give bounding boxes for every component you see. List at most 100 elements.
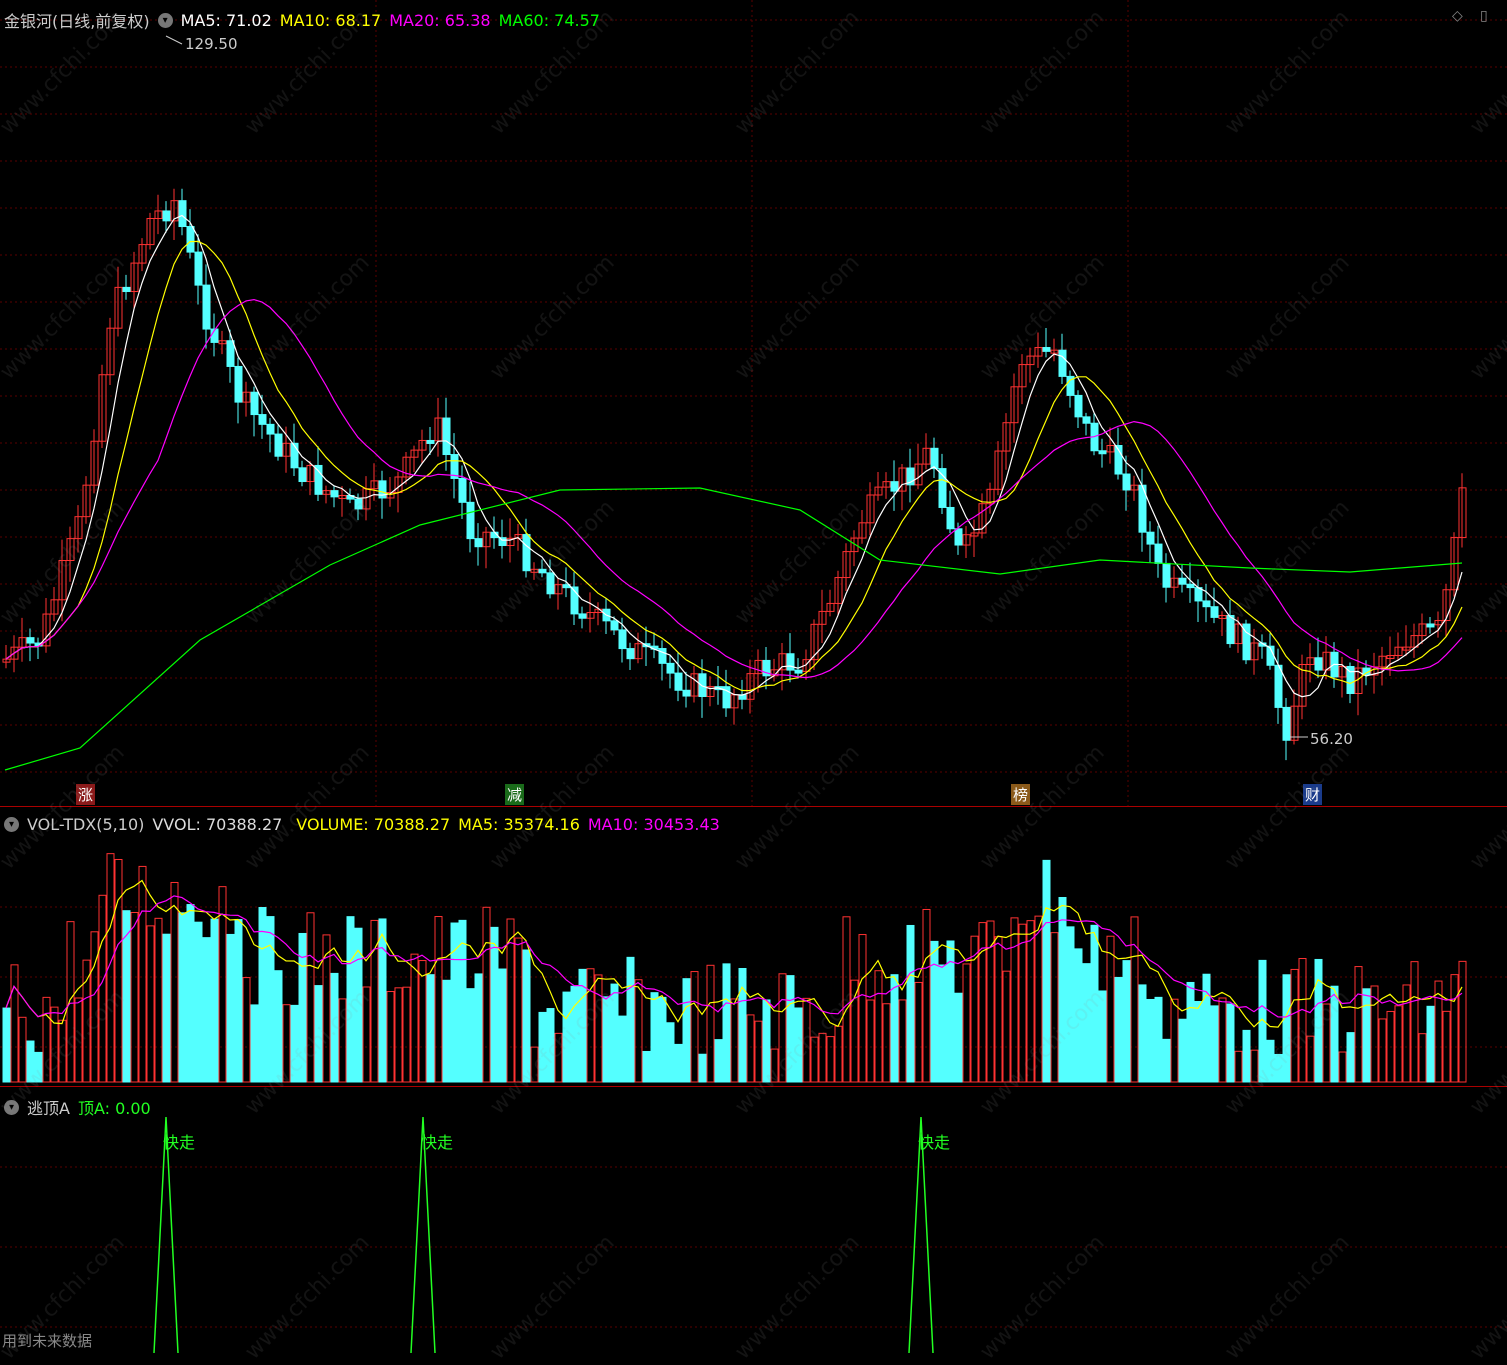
- indicator-chart[interactable]: [0, 1087, 1507, 1353]
- volume-bar: [274, 970, 283, 1083]
- volume-bar: [778, 973, 787, 1083]
- volume-bar: [1354, 966, 1363, 1083]
- volume-bar: [842, 916, 851, 1083]
- vol-ma5-value: MA5: 35374.16: [458, 815, 580, 834]
- volume-bar: [338, 998, 347, 1083]
- candle: [1298, 654, 1307, 720]
- volume-bar: [1338, 1051, 1347, 1083]
- volume-bar: [1450, 974, 1459, 1083]
- volume-bar: [738, 967, 747, 1083]
- volume-bar: [386, 991, 395, 1083]
- volume-bar: [1002, 970, 1011, 1083]
- tag-bang[interactable]: 榜: [1011, 784, 1031, 805]
- volume-bar: [250, 1004, 259, 1083]
- candle: [1042, 327, 1051, 358]
- vol-ma10-value: MA10: 30453.43: [587, 815, 720, 834]
- volume-bar: [610, 983, 619, 1083]
- diamond-icon[interactable]: ◇: [1452, 8, 1463, 24]
- dropdown-icon[interactable]: ▾: [157, 12, 173, 28]
- volume-bar: [226, 933, 235, 1083]
- volume-bar: [18, 1016, 27, 1083]
- candle: [26, 628, 35, 662]
- volume-bar: [978, 922, 987, 1083]
- candle: [18, 617, 27, 662]
- candle: [282, 426, 291, 473]
- candle: [722, 669, 731, 717]
- volume-bar: [282, 1004, 291, 1083]
- volume-bar: [50, 1006, 59, 1083]
- candle: [34, 637, 43, 660]
- candle: [1266, 633, 1275, 670]
- ma10-line: [5, 240, 1463, 692]
- candle: [1306, 643, 1315, 683]
- candle: [1258, 634, 1267, 659]
- volume-bar: [10, 964, 19, 1083]
- volume-bar: [122, 910, 131, 1083]
- volume-bar: [138, 865, 147, 1083]
- candle: [842, 543, 851, 591]
- volume-bar: [786, 975, 795, 1083]
- candle: [1202, 583, 1211, 623]
- volume-bar: [930, 940, 939, 1083]
- volume-bar: [810, 1036, 819, 1083]
- volume-bar: [258, 907, 267, 1083]
- volume-bar: [1010, 917, 1019, 1083]
- candle: [242, 381, 251, 417]
- tag-cai[interactable]: 财: [1303, 784, 1323, 805]
- candle: [714, 666, 723, 705]
- candle: [850, 530, 859, 567]
- candle: [10, 635, 19, 673]
- candle: [50, 587, 59, 622]
- price-panel[interactable]: 金银河(日线,前复权) ▾ MA5: 71.02 MA10: 68.17 MA2…: [0, 0, 1507, 807]
- volume-bar: [1322, 1003, 1331, 1083]
- volume-bar: [1146, 998, 1155, 1083]
- indicator-panel[interactable]: ▾ 逃顶A 顶A: 0.00 快走 快走 快走 用到未来数据: [0, 1087, 1507, 1353]
- volume-bar: [306, 912, 315, 1083]
- volume-bar: [426, 974, 435, 1083]
- candle: [1010, 373, 1019, 443]
- ma20-line: [5, 298, 1463, 679]
- volume-bar: [314, 985, 323, 1083]
- ma10-value: MA10: 68.17: [279, 10, 382, 30]
- volume-bar: [898, 999, 907, 1083]
- volume-bar: [770, 1048, 779, 1083]
- candle: [298, 460, 307, 487]
- candle: [930, 437, 939, 478]
- volume-bar: [346, 916, 355, 1083]
- candle: [178, 188, 187, 236]
- candle: [234, 357, 243, 424]
- candle: [170, 188, 179, 240]
- volume-bar: [490, 926, 499, 1083]
- candle: [122, 274, 131, 300]
- candle: [466, 481, 475, 553]
- candle: [666, 655, 675, 689]
- candle: [586, 592, 595, 633]
- volume-bar: [66, 921, 75, 1083]
- volume-bar: [1226, 1003, 1235, 1083]
- volume-bar: [690, 971, 699, 1083]
- volume-bar: [234, 919, 243, 1083]
- candlestick-chart[interactable]: [0, 0, 1507, 806]
- candle: [218, 330, 227, 355]
- volume-bar: [1242, 1029, 1251, 1083]
- restore-icon[interactable]: ▯: [1480, 8, 1488, 24]
- volume-bar: [74, 997, 83, 1083]
- volume-bar: [410, 953, 419, 1083]
- dropdown-icon[interactable]: ▾: [4, 817, 19, 832]
- volume-bar: [1178, 1018, 1187, 1083]
- candle: [1394, 632, 1403, 661]
- volume-bar: [834, 1025, 843, 1083]
- signal-label: 快走: [918, 1133, 951, 1152]
- volume-bar: [1290, 968, 1299, 1083]
- volume-bar: [498, 968, 507, 1083]
- tag-jian[interactable]: 减: [505, 784, 525, 805]
- candle: [1290, 689, 1299, 745]
- volume-bar: [26, 1040, 35, 1083]
- dropdown-icon[interactable]: ▾: [4, 1099, 19, 1115]
- volume-panel[interactable]: ▾ VOL-TDX(5,10) VVOL: 70388.27 VOLUME: 7…: [0, 807, 1507, 1087]
- candle: [322, 485, 331, 504]
- volume-bar: [1122, 960, 1131, 1083]
- volume-chart[interactable]: [0, 807, 1507, 1086]
- volume-bar: [874, 970, 883, 1083]
- tag-zhang[interactable]: 涨: [76, 784, 96, 805]
